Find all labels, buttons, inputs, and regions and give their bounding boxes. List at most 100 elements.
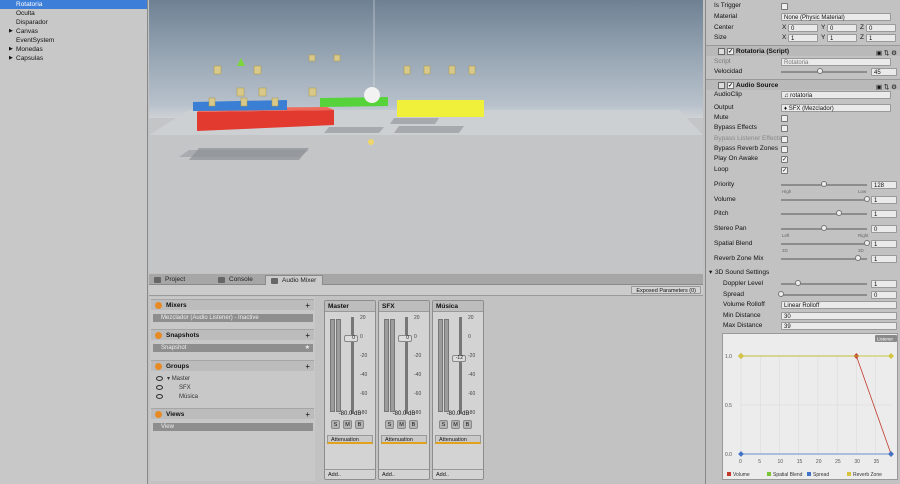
max-distance-field[interactable]: 39 xyxy=(781,322,897,330)
hierarchy-item[interactable]: ▶ Capsulas xyxy=(0,54,147,63)
expand-arrow-icon[interactable]: ▶ xyxy=(9,27,13,36)
group-item-master[interactable]: ▾ Master xyxy=(153,375,313,383)
eye-icon[interactable] xyxy=(156,385,163,390)
rolloff-dropdown[interactable]: Linear Rolloff xyxy=(781,301,897,309)
solo-button[interactable]: S xyxy=(385,420,394,429)
add-mixer-button[interactable]: + xyxy=(305,300,310,311)
mute-button[interactable]: M xyxy=(451,420,460,429)
spread-slider[interactable] xyxy=(778,291,867,297)
velocidad-slider[interactable] xyxy=(781,68,867,74)
is-trigger-checkbox[interactable] xyxy=(781,3,788,10)
checkbox[interactable]: ✓ xyxy=(781,156,788,164)
tab-project[interactable]: Project xyxy=(149,275,191,285)
group-item-musica[interactable]: Música xyxy=(153,393,313,401)
slider-field[interactable]: 1 xyxy=(871,255,897,263)
min-distance-field[interactable]: 30 xyxy=(781,312,897,320)
slider-thumb[interactable] xyxy=(795,280,802,286)
rolloff-graph[interactable]: 1.0 0.5 0.0 0 5 10 15 20 25 30 35 Volume Spatial Ble… xyxy=(722,333,898,480)
audio-source-header[interactable]: ✓ Audio Source ▣ ⇅ ⚙ xyxy=(706,79,900,91)
component-enabled-checkbox[interactable]: ✓ xyxy=(727,82,734,89)
hierarchy-item[interactable]: Oculta xyxy=(0,9,147,18)
solo-button[interactable]: S xyxy=(439,420,448,429)
slider-track[interactable] xyxy=(781,225,867,231)
component-enabled-checkbox[interactable]: ✓ xyxy=(727,48,734,55)
add-effect-button[interactable]: Add.. xyxy=(433,469,483,480)
series-point[interactable] xyxy=(888,451,894,457)
slider-field[interactable]: 0 xyxy=(871,225,897,233)
groups-header[interactable]: Groups + xyxy=(151,360,314,371)
snapshots-header[interactable]: Snapshots + xyxy=(151,329,314,340)
doppler-field[interactable]: 1 xyxy=(871,280,897,288)
eye-icon[interactable] xyxy=(156,394,163,399)
checkbox[interactable] xyxy=(781,115,788,122)
eye-icon[interactable] xyxy=(156,376,163,381)
snapshot-item[interactable]: Snapshot ★ xyxy=(153,344,313,352)
fader-track[interactable] xyxy=(459,317,462,414)
checkbox[interactable] xyxy=(781,145,788,153)
fader-track[interactable] xyxy=(405,317,408,414)
expand-arrow-icon[interactable]: ▶ xyxy=(9,54,13,63)
slider-thumb[interactable] xyxy=(816,68,823,74)
audioclip-field[interactable]: ♫ rotatoria xyxy=(781,91,891,99)
views-header[interactable]: Views + xyxy=(151,408,314,419)
output-field[interactable]: ♦ SFX (Mezclador) xyxy=(781,104,891,112)
slider-track[interactable] xyxy=(781,240,870,246)
bypass-button[interactable]: B xyxy=(355,420,364,429)
slider-field[interactable]: 1 xyxy=(871,210,897,218)
script-component-header[interactable]: ✓ Rotatoria (Script) ▣ ⇅ ⚙ xyxy=(706,45,900,57)
solo-button[interactable]: S xyxy=(331,420,340,429)
add-effect-button[interactable]: Add.. xyxy=(325,469,375,480)
add-view-button[interactable]: + xyxy=(305,409,310,420)
series-point[interactable] xyxy=(888,353,894,359)
hierarchy-item[interactable]: EventSystem xyxy=(0,36,147,45)
slider-thumb[interactable] xyxy=(821,225,827,231)
fader-track[interactable] xyxy=(351,317,354,414)
fold-icon[interactable]: ▾ xyxy=(709,268,712,278)
slider-thumb[interactable] xyxy=(864,240,870,246)
add-effect-button[interactable]: Add.. xyxy=(379,469,429,480)
series-point[interactable] xyxy=(738,451,744,457)
doppler-slider[interactable] xyxy=(781,280,867,286)
hierarchy-item[interactable]: Disparador xyxy=(0,18,147,27)
add-snapshot-button[interactable]: + xyxy=(305,330,310,341)
slider-field[interactable]: 128 xyxy=(871,181,897,189)
attenuation-effect[interactable]: Attenuation xyxy=(435,435,481,444)
slider-thumb[interactable] xyxy=(864,196,870,202)
size-z-field[interactable]: 1 xyxy=(866,34,896,42)
slider-field[interactable]: 1 xyxy=(871,196,897,204)
mixers-header[interactable]: Mixers + xyxy=(151,299,314,310)
group-item-sfx[interactable]: SFX xyxy=(153,384,313,392)
center-z-field[interactable]: 0 xyxy=(866,24,896,32)
spread-field[interactable]: 0 xyxy=(871,291,897,299)
3d-settings-header[interactable]: ▾ 3D Sound Settings xyxy=(706,268,900,278)
bypass-button[interactable]: B xyxy=(463,420,472,429)
view-item[interactable]: View xyxy=(153,423,313,431)
attenuation-effect[interactable]: Attenuation xyxy=(381,435,427,444)
slider-track[interactable] xyxy=(781,210,867,216)
slider-thumb[interactable] xyxy=(835,210,842,216)
size-y-field[interactable]: 1 xyxy=(827,34,857,42)
mixer-item[interactable]: Mezclador (Audio Listener) - Inactive xyxy=(153,314,313,322)
exposed-parameters-button[interactable]: Exposed Parameters (0) xyxy=(631,286,701,294)
mute-button[interactable]: M xyxy=(343,420,352,429)
center-x-field[interactable]: 0 xyxy=(788,24,818,32)
slider-track[interactable] xyxy=(781,255,867,261)
mute-button[interactable]: M xyxy=(397,420,406,429)
attenuation-effect[interactable]: Attenuation xyxy=(327,435,373,444)
tab-console[interactable]: Console xyxy=(213,275,259,285)
bypass-button[interactable]: B xyxy=(409,420,418,429)
series-point[interactable] xyxy=(738,353,744,359)
slider-field[interactable]: 1 xyxy=(871,240,897,248)
hierarchy-item[interactable]: ▶ Monedas xyxy=(0,45,147,54)
checkbox[interactable] xyxy=(781,125,788,133)
hierarchy-item[interactable]: ▶ Canvas xyxy=(0,27,147,36)
slider-track[interactable] xyxy=(781,181,867,187)
fader-knob[interactable]: 0 xyxy=(398,335,412,342)
slider-thumb[interactable] xyxy=(778,291,784,297)
slider-track[interactable] xyxy=(781,196,870,202)
checkbox[interactable]: ✓ xyxy=(781,166,788,174)
scene-view[interactable] xyxy=(149,0,703,273)
hierarchy-item[interactable]: Rotatoria xyxy=(0,0,147,9)
fader-knob[interactable]: -12 xyxy=(452,355,466,362)
size-x-field[interactable]: 1 xyxy=(788,34,818,42)
